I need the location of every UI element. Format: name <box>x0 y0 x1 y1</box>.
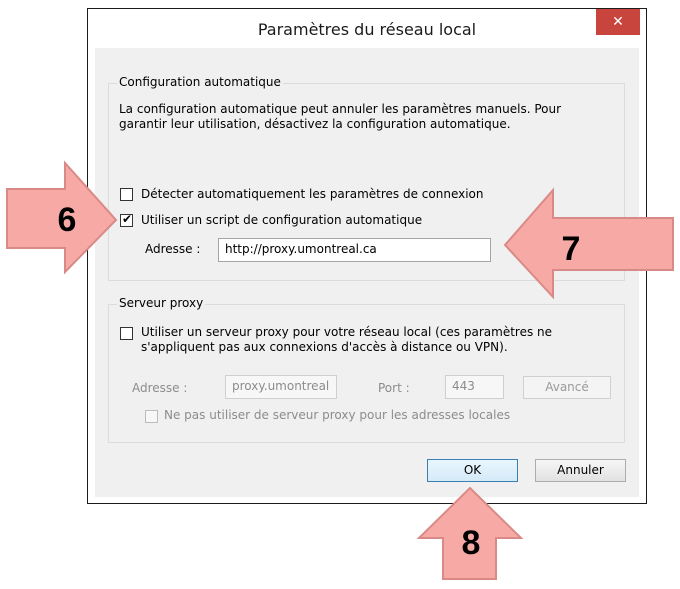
script-address-input[interactable]: http://proxy.umontreal.ca <box>218 238 491 262</box>
proxy-server-group: Serveur proxy Utiliser un serveur proxy … <box>108 296 625 443</box>
use-proxy-label-line2: s'appliquent pas aux connexions d'accès … <box>141 340 508 354</box>
callout-step-7: 7 <box>561 229 581 268</box>
use-proxy-label-line1: Utiliser un serveur proxy pour votre rés… <box>141 325 553 339</box>
use-proxy-checkbox[interactable] <box>120 327 133 340</box>
use-script-checkbox[interactable]: ✔ <box>120 212 133 227</box>
ok-button[interactable]: OK <box>427 459 518 482</box>
bypass-local-label: Ne pas utiliser de serveur proxy pour le… <box>164 408 511 422</box>
auto-config-legend: Configuration automatique <box>117 75 283 89</box>
callout-step-6: 6 <box>57 200 77 239</box>
callout-step-8: 8 <box>461 523 481 562</box>
auto-config-description-line1: La configuration automatique peut annule… <box>119 102 562 116</box>
proxy-port-input[interactable]: 443 <box>445 375 504 399</box>
proxy-address-label: Adresse : <box>132 381 188 395</box>
use-script-label: Utiliser un script de configuration auto… <box>141 213 423 227</box>
dialog-client-area: Configuration automatique La configurati… <box>95 48 639 497</box>
proxy-port-label: Port : <box>378 381 410 395</box>
script-address-label: Adresse : <box>145 242 201 256</box>
checkmark-icon: ✔ <box>122 212 133 226</box>
proxy-address-input[interactable]: proxy.umontreal <box>225 375 337 399</box>
detect-settings-label: Détecter automatiquement les paramètres … <box>141 187 484 201</box>
proxy-server-legend: Serveur proxy <box>117 296 206 310</box>
cancel-button[interactable]: Annuler <box>535 459 626 482</box>
dialog-title: Paramètres du réseau local <box>257 20 477 39</box>
close-icon: ✕ <box>612 14 624 30</box>
detect-settings-checkbox[interactable] <box>120 188 133 201</box>
bypass-local-checkbox[interactable] <box>145 410 158 423</box>
close-button[interactable]: ✕ <box>596 9 640 35</box>
title-bar: Paramètres du réseau local ✕ <box>88 9 646 49</box>
auto-config-description-line2: garantir leur utilisation, désactivez la… <box>119 117 511 131</box>
advanced-button[interactable]: Avancé <box>523 376 611 399</box>
